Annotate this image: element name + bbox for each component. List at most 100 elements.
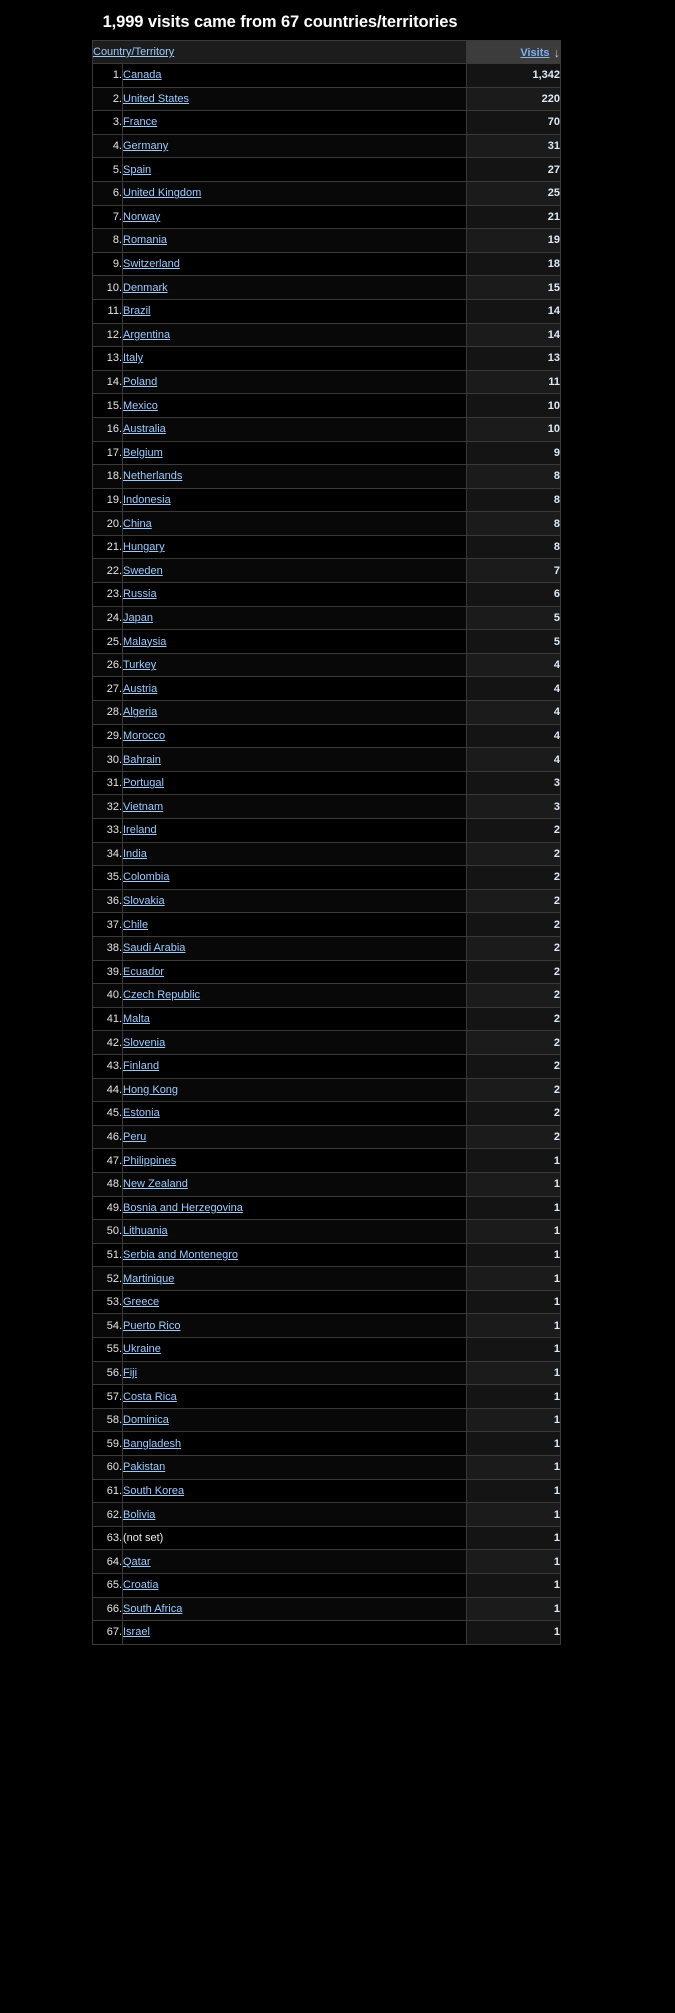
row-index: 67. (92, 1620, 123, 1645)
column-header-visits[interactable]: Visits ↓ (466, 40, 562, 64)
country-link[interactable]: Colombia (123, 871, 169, 883)
country-link[interactable]: Costa Rica (123, 1391, 177, 1403)
table-body: 1. Canada 1,342 2. United States 220 3. France 7… (92, 63, 562, 1645)
country-link[interactable]: Ireland (123, 824, 157, 836)
country-cell: Italy (121, 346, 468, 371)
country-link[interactable]: Hong Kong (123, 1084, 178, 1096)
country-link[interactable]: Algeria (123, 706, 157, 718)
table-row: 61. South Korea 1 (92, 1478, 562, 1504)
country-link[interactable]: Mexico (123, 400, 158, 412)
country-link[interactable]: Canada (123, 69, 162, 81)
country-link[interactable]: Bosnia and Herzegovina (123, 1202, 243, 1214)
country-link[interactable]: Sweden (123, 565, 163, 577)
country-cell: Bangladesh (121, 1431, 468, 1457)
row-index: 9. (92, 251, 123, 277)
visits-value: 8 (466, 511, 562, 536)
country-link[interactable]: Greece (123, 1296, 159, 1308)
visits-value: 18 (466, 251, 562, 277)
country-link[interactable]: Romania (123, 234, 167, 246)
country-link[interactable]: Saudi Arabia (123, 942, 185, 954)
row-index: 15. (92, 393, 123, 418)
sort-arrow-down-icon[interactable]: ↓ (550, 45, 561, 60)
country-link[interactable]: Poland (123, 376, 157, 388)
country-link[interactable]: Argentina (123, 329, 170, 341)
column-header-visits-label[interactable]: Visits (520, 47, 549, 59)
column-header-country-label[interactable]: Country/Territory (93, 46, 174, 58)
country-link[interactable]: Israel (123, 1626, 150, 1638)
country-link[interactable]: Brazil (123, 305, 151, 317)
country-link[interactable]: China (123, 518, 152, 530)
country-link[interactable]: Slovakia (123, 895, 165, 907)
country-link[interactable]: Italy (123, 352, 143, 364)
country-link[interactable]: Puerto Rico (123, 1320, 180, 1332)
visits-value: 220 (466, 86, 562, 112)
country-link[interactable]: Switzerland (123, 258, 180, 270)
country-link[interactable]: Indonesia (123, 494, 171, 506)
country-link[interactable]: Serbia and Montenegro (123, 1249, 238, 1261)
visits-value: 6 (466, 582, 562, 607)
country-link[interactable]: France (123, 116, 157, 128)
country-link[interactable]: Pakistan (123, 1461, 165, 1473)
country-link[interactable]: Bolivia (123, 1509, 155, 1521)
country-link[interactable]: Lithuania (123, 1225, 168, 1237)
country-cell: Colombia (121, 865, 468, 890)
country-link[interactable]: Philippines (123, 1155, 176, 1167)
country-link[interactable]: Vietnam (123, 801, 163, 813)
visits-value: 1 (466, 1148, 562, 1173)
country-cell: Greece (121, 1289, 468, 1315)
country-link[interactable]: South Korea (123, 1485, 184, 1497)
visits-value: 8 (466, 487, 562, 513)
country-cell: Poland (121, 369, 468, 395)
country-link[interactable]: Bahrain (123, 754, 161, 766)
table-row: 28. Algeria 4 (92, 700, 562, 725)
country-link[interactable]: Malaysia (123, 636, 166, 648)
country-cell: Peru (121, 1124, 468, 1150)
country-link[interactable]: Morocco (123, 730, 165, 742)
country-link[interactable]: United States (123, 93, 189, 105)
country-link[interactable]: Turkey (123, 659, 156, 671)
country-link[interactable]: Spain (123, 164, 151, 176)
country-cell: Costa Rica (121, 1384, 468, 1409)
country-cell: Bolivia (121, 1502, 468, 1527)
row-index: 42. (92, 1030, 123, 1055)
country-link[interactable]: India (123, 848, 147, 860)
country-link[interactable]: Finland (123, 1060, 159, 1072)
country-link[interactable]: Netherlands (123, 470, 182, 482)
country-link[interactable]: Belgium (123, 447, 163, 459)
country-cell: Hong Kong (121, 1077, 468, 1103)
visits-value: 4 (466, 700, 562, 725)
country-link[interactable]: Australia (123, 423, 166, 435)
country-link[interactable]: Portugal (123, 777, 164, 789)
country-link[interactable]: Dominica (123, 1414, 169, 1426)
column-header-country[interactable]: Country/Territory (91, 40, 468, 64)
country-link[interactable]: Estonia (123, 1107, 160, 1119)
row-index: 35. (92, 865, 123, 890)
country-link[interactable]: Hungary (123, 541, 165, 553)
country-link[interactable]: Denmark (123, 282, 168, 294)
country-link[interactable]: New Zealand (123, 1178, 188, 1190)
country-link[interactable]: Ecuador (123, 966, 164, 978)
country-link[interactable]: Japan (123, 612, 153, 624)
country-link[interactable]: Czech Republic (123, 989, 200, 1001)
country-link[interactable]: Chile (123, 919, 148, 931)
country-link[interactable]: South Africa (123, 1603, 182, 1615)
country-link[interactable]: Croatia (123, 1579, 158, 1591)
country-link[interactable]: Bangladesh (123, 1438, 181, 1450)
country-link[interactable]: Germany (123, 140, 168, 152)
country-link[interactable]: Russia (123, 588, 157, 600)
country-link[interactable]: Qatar (123, 1556, 151, 1568)
country-link[interactable]: Austria (123, 683, 157, 695)
country-link[interactable]: Fiji (123, 1367, 137, 1379)
row-index: 8. (92, 228, 123, 253)
country-link[interactable]: Malta (123, 1013, 150, 1025)
country-link[interactable]: Peru (123, 1131, 146, 1143)
table-row: 18. Netherlands 8 (92, 464, 562, 489)
row-index: 12. (92, 322, 123, 348)
country-cell: Spain (121, 157, 468, 182)
country-link[interactable]: Slovenia (123, 1037, 165, 1049)
country-link[interactable]: Ukraine (123, 1343, 161, 1355)
visits-value: 2 (466, 865, 562, 890)
country-link[interactable]: Martinique (123, 1273, 174, 1285)
country-link[interactable]: Norway (123, 211, 160, 223)
country-link[interactable]: United Kingdom (123, 187, 201, 199)
